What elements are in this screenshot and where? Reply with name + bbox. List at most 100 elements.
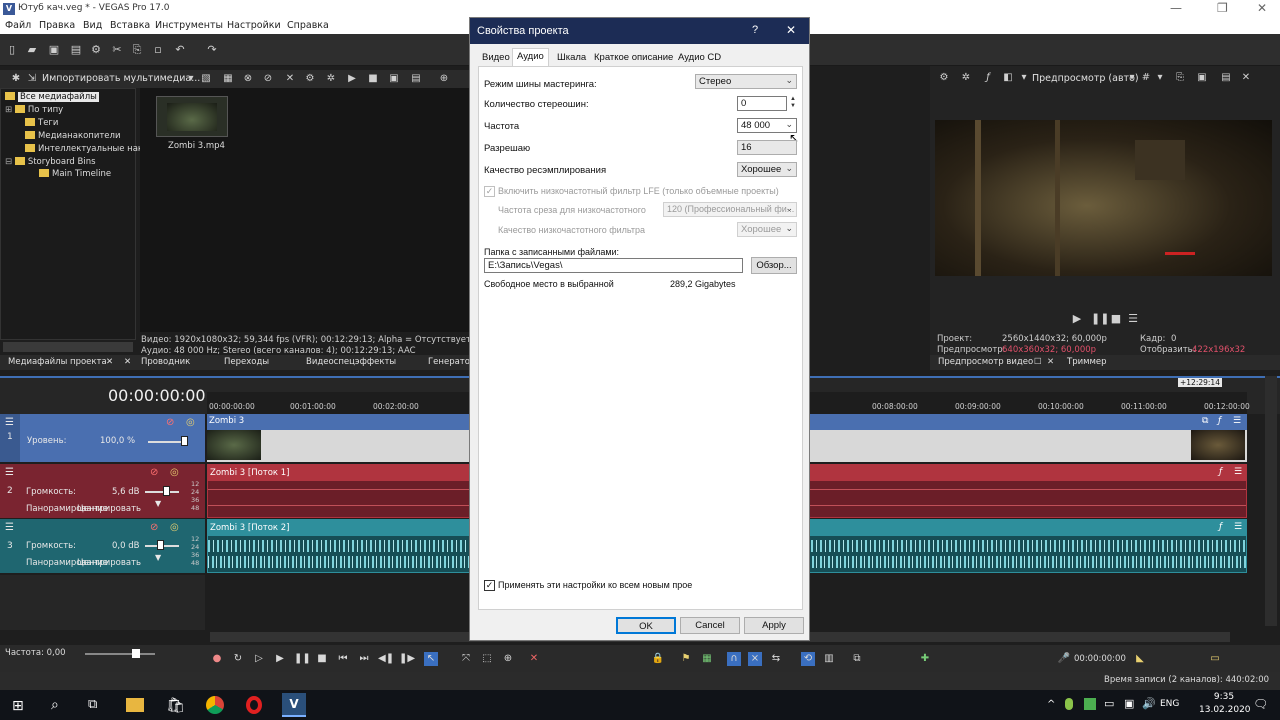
play-icon[interactable]: ▶ <box>1071 313 1083 325</box>
tray-nvidia-icon[interactable] <box>1084 698 1096 710</box>
dropdown-arrow-icon[interactable]: ▾ <box>1154 72 1166 84</box>
chrome-icon[interactable] <box>206 696 224 714</box>
apply-all-checkbox[interactable]: ✓ <box>484 580 495 591</box>
tree-item[interactable]: ⊟ Storyboard Bins <box>5 157 96 167</box>
auto-crossfade-icon[interactable]: ⨯ <box>748 652 762 666</box>
menu-help[interactable]: Справка <box>287 20 329 31</box>
browse-button[interactable]: Обзор... <box>751 257 797 274</box>
fx-icon[interactable]: ƒ <box>982 72 994 84</box>
play-icon[interactable]: ▶ <box>273 652 287 666</box>
close-window-icon[interactable]: ✕ <box>1257 1 1267 15</box>
get-media-icon[interactable]: ▦ <box>222 73 234 85</box>
track-menu-icon[interactable]: ☰ <box>5 417 14 428</box>
tray-mic-icon[interactable] <box>1065 698 1073 710</box>
tree-item[interactable]: Теги <box>25 118 58 128</box>
record-folder-input[interactable]: E:\Запись\Vegas\ <box>484 258 743 273</box>
clock-date[interactable]: 13.02.2020 <box>1199 705 1251 715</box>
minimize-icon[interactable]: — <box>1170 1 1182 15</box>
record-icon[interactable]: ● <box>210 652 224 666</box>
disabled-icon[interactable]: ▤ <box>1220 72 1232 84</box>
ignore-grouping-icon[interactable]: ⧉ <box>850 652 864 666</box>
go-to-end-icon[interactable]: ⏭ <box>357 652 371 666</box>
cut-icon[interactable]: ✂ <box>111 44 123 56</box>
auto-preview-icon[interactable]: ▣ <box>388 73 400 85</box>
menu-tools[interactable]: Инструменты <box>155 20 223 31</box>
go-to-start-icon[interactable]: ⏮ <box>336 652 350 666</box>
tree-item[interactable]: Интеллектуальные нак <box>25 144 143 154</box>
prev-frame-icon[interactable]: ◀❚ <box>378 652 394 666</box>
track-menu-icon[interactable]: ☰ <box>5 467 14 478</box>
rate-slider[interactable] <box>85 653 155 655</box>
tab-trimmer[interactable]: Триммер <box>1067 357 1107 367</box>
marker-icon[interactable]: ⚑ <box>679 652 693 666</box>
vegas-taskbar-icon[interactable]: V <box>282 693 306 717</box>
close-icon[interactable]: ✕ <box>106 357 113 367</box>
dialog-close-button[interactable]: ✕ <box>786 23 796 37</box>
level-slider-thumb[interactable] <box>181 436 188 446</box>
zoom-tool-icon[interactable]: ⊕ <box>501 652 515 666</box>
close-icon[interactable]: ✕ <box>1047 357 1054 367</box>
tree-item[interactable]: Main Timeline <box>39 169 111 179</box>
clip-menu-icon[interactable]: ☰ <box>1234 467 1242 477</box>
pause-icon[interactable]: ❚❚ <box>1091 313 1109 325</box>
tree-item[interactable]: Медианакопители <box>25 131 121 141</box>
menu-edit[interactable]: Правка <box>39 20 75 31</box>
tab-audio[interactable]: Аудио <box>512 48 549 66</box>
pan-slider-thumb[interactable]: ▼ <box>155 553 161 562</box>
pin-icon[interactable]: ✱ <box>10 73 22 85</box>
ok-button[interactable]: OK <box>616 617 676 634</box>
stereo-buses-input[interactable]: 0 <box>737 96 787 111</box>
resample-quality-dropdown[interactable]: Хорошее ⌄ <box>737 162 797 177</box>
lfe-quality-dropdown[interactable]: Хорошее ⌄ <box>737 222 797 237</box>
track-menu-icon[interactable]: ☰ <box>5 522 14 533</box>
event-pan-icon[interactable]: ⟲ <box>801 652 815 666</box>
preview-settings-icon[interactable]: ✲ <box>960 72 972 84</box>
import-media-button[interactable]: Импортировать мультимедиа... <box>42 73 200 84</box>
tab-video[interactable]: Видео <box>478 50 514 66</box>
undock-icon[interactable]: ☐ <box>1034 357 1042 367</box>
tab-project-media[interactable]: Медиафайлы проекта <box>8 357 107 367</box>
tab-transitions[interactable]: Переходы <box>224 357 269 367</box>
tree-item[interactable]: Все медиафайлы <box>5 92 135 102</box>
fx-icon[interactable]: ƒ <box>1219 522 1222 532</box>
paste-icon[interactable]: ▫ <box>152 44 164 56</box>
stop-icon[interactable]: ■ <box>315 652 329 666</box>
master-bus-dropdown[interactable]: Стерео ⌄ <box>695 74 797 89</box>
copy-snapshot-icon[interactable]: ⎘ <box>1174 72 1186 84</box>
lock-envelopes-icon[interactable]: ▥ <box>822 652 836 666</box>
normal-edit-tool-icon[interactable]: ↖ <box>424 652 438 666</box>
mute-icon[interactable]: ⊘ <box>150 522 158 533</box>
selection-length-icon[interactable]: ▭ <box>1208 652 1222 666</box>
selection-tool-icon[interactable]: ⬚ <box>480 652 494 666</box>
menu-file[interactable]: Файл <box>5 20 31 31</box>
language-indicator[interactable]: ENG <box>1160 699 1179 709</box>
menu-view[interactable]: Вид <box>83 20 102 31</box>
capture-icon[interactable]: ▧ <box>200 73 212 85</box>
dropdown-arrow-icon[interactable]: ▾ <box>185 73 197 85</box>
sample-rate-combo[interactable]: 48 000 ⌄ <box>737 118 797 133</box>
notifications-icon[interactable]: 🗨 <box>1253 697 1268 711</box>
menu-insert[interactable]: Вставка <box>110 20 150 31</box>
track-header-video[interactable]: ☰ 1 ⊘ ◎ Уровень: 100,0 % <box>0 414 205 462</box>
lock-icon[interactable]: 🔒 <box>651 652 665 666</box>
cursor-marker-icon[interactable]: ◣ <box>1133 652 1147 666</box>
track-header-audio-2[interactable]: ☰ 3 ⊘ ◎ Громкость: 0,0 dB Панорамировани… <box>0 519 205 573</box>
store-icon[interactable]: 🛍 <box>166 696 185 714</box>
new-project-icon[interactable]: ▯ <box>6 44 18 56</box>
save-snapshot-icon[interactable]: ▣ <box>1196 72 1208 84</box>
envelope-tool-icon[interactable]: ⤧ <box>459 652 473 666</box>
apply-button[interactable]: Apply <box>744 617 804 634</box>
overlays-icon[interactable]: # <box>1140 72 1152 84</box>
windows-start-icon[interactable]: ⊞ <box>12 698 24 714</box>
split-screen-icon[interactable]: ◧ <box>1002 72 1014 84</box>
close-icon[interactable]: ✕ <box>124 357 131 367</box>
tab-video-fx[interactable]: Видеоспецэффекты <box>306 357 396 367</box>
rate-slider-thumb[interactable] <box>132 649 140 658</box>
tab-explorer[interactable]: Проводник <box>141 357 190 367</box>
dropdown-arrow-icon[interactable]: ▾ <box>1126 72 1138 84</box>
ripple-icon[interactable]: ⇆ <box>769 652 783 666</box>
next-frame-icon[interactable]: ❚▶ <box>399 652 415 666</box>
media-thumbnail[interactable] <box>156 96 228 137</box>
tags-icon[interactable]: ⊕ <box>438 73 450 85</box>
mute-icon[interactable]: ⊘ <box>166 417 174 428</box>
